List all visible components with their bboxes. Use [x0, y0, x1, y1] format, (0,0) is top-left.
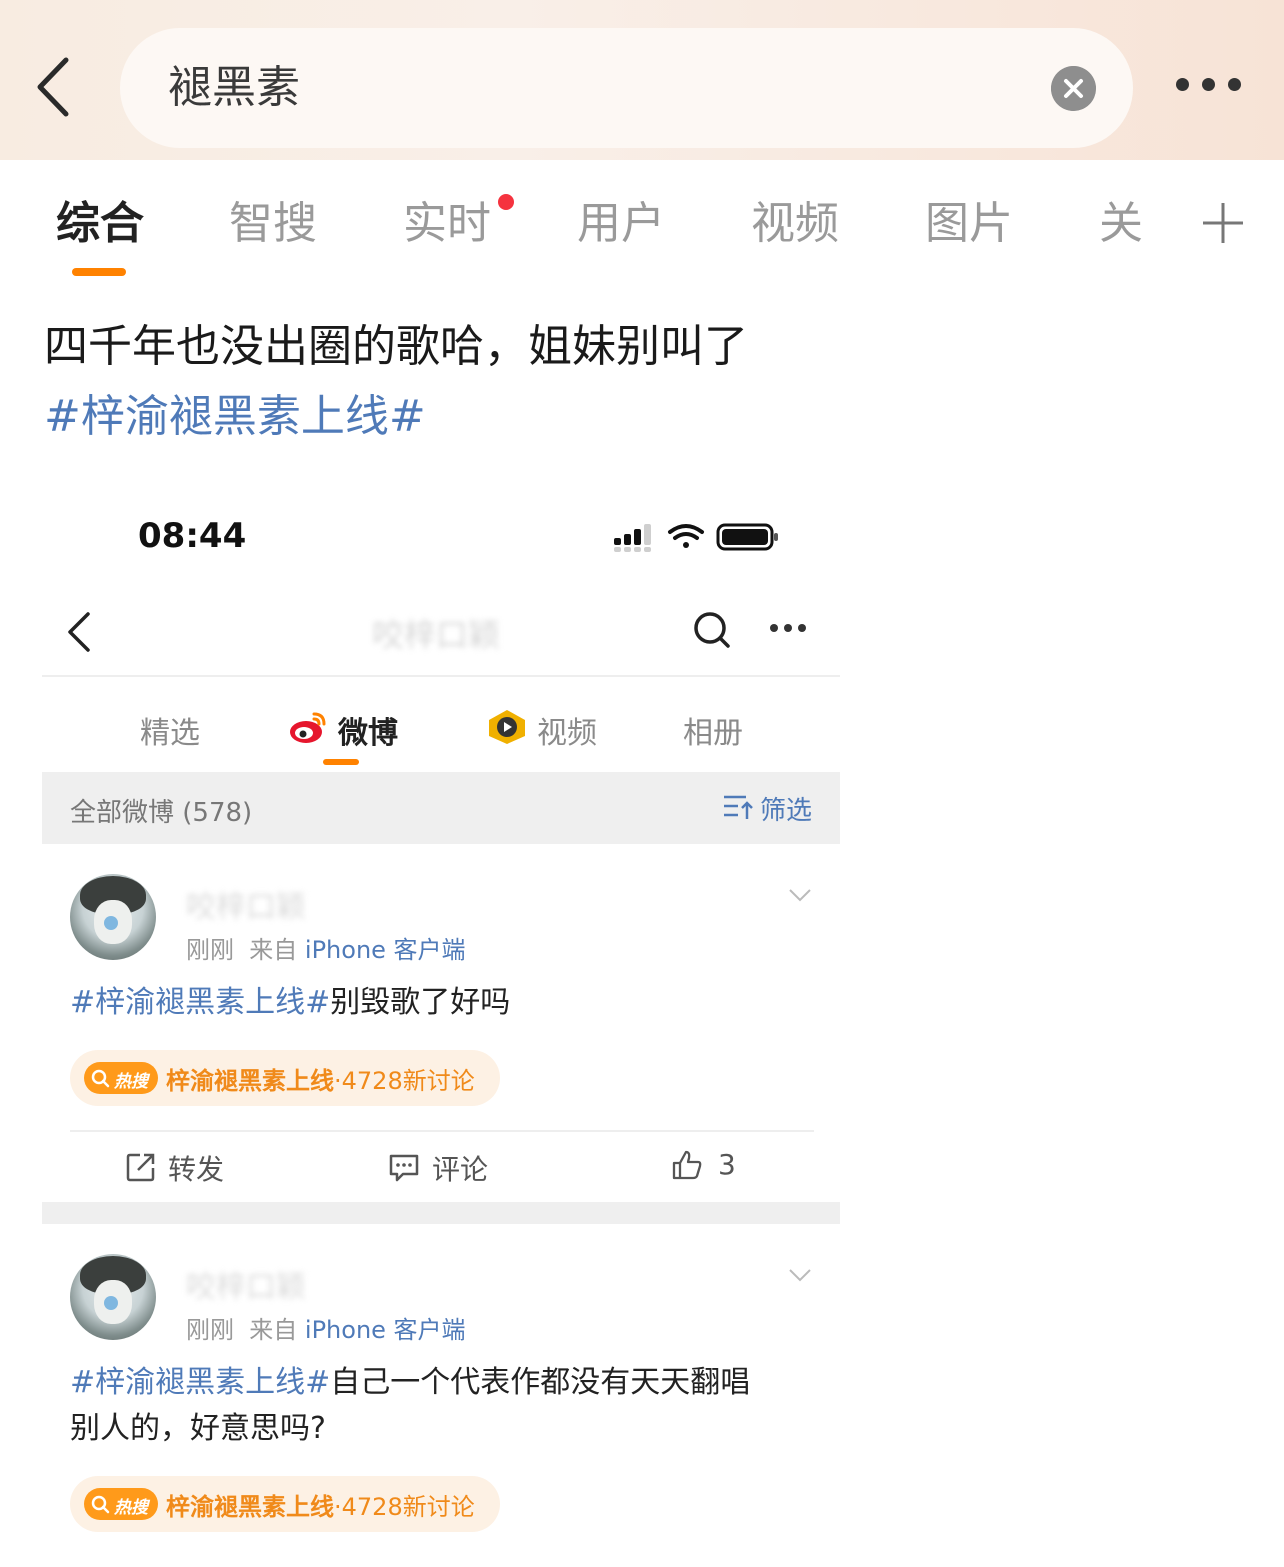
weibo-post-card: 咬梓口颖 刚刚 来自 iPhone 客户端 #梓渝褪黑素上线#自己一个代表作都没… [42, 1224, 840, 1567]
embedded-screenshot[interactable]: 08:44 咬梓口颖 精选 微博 视频 相册 全部微博 (578) 筛选 咬梓口… [42, 482, 840, 1567]
post-hashtag-link[interactable]: #梓渝褪黑素上线# [70, 985, 330, 1020]
tab-smart-search[interactable]: 智搜 [229, 196, 317, 252]
filter-button[interactable]: 筛选 [760, 790, 812, 827]
status-time: 08:44 [138, 516, 247, 556]
like-icon[interactable] [672, 1150, 702, 1180]
hot-search-badge: 热搜 [84, 1488, 158, 1520]
tab-featured[interactable]: 精选 [140, 708, 200, 752]
username[interactable]: 咬梓口颖 [186, 1262, 306, 1306]
search-icon[interactable] [692, 610, 732, 650]
post-from: 来自 [249, 936, 298, 964]
battery-icon [716, 523, 778, 551]
filter-bar: 全部微博 (578) 筛选 [42, 772, 840, 844]
post-meta: 刚刚 来自 iPhone 客户端 [186, 930, 466, 965]
hot-badge-label: 热搜 [114, 1498, 148, 1518]
plus-icon[interactable] [1203, 203, 1243, 243]
tab-weibo[interactable]: 微博 [338, 708, 398, 752]
chevron-down-icon[interactable] [788, 888, 812, 902]
hot-badge-label: 热搜 [114, 1072, 148, 1092]
avatar[interactable] [70, 874, 156, 960]
clear-icon[interactable] [1051, 66, 1096, 111]
hot-topic-count: ·4728新讨论 [334, 1067, 475, 1095]
embedded-more-icon[interactable] [770, 624, 810, 636]
tab-video[interactable]: 视频 [751, 196, 839, 252]
back-icon[interactable] [30, 52, 80, 122]
repost-icon[interactable] [126, 1152, 156, 1182]
comment-button[interactable]: 评论 [432, 1148, 488, 1188]
search-input[interactable]: 褪黑素 [120, 28, 1133, 148]
search-header: 褪黑素 [0, 0, 1284, 160]
hot-topic-count: ·4728新讨论 [334, 1493, 475, 1521]
wifi-icon [668, 524, 704, 548]
profile-title: 咬梓口颖 [372, 616, 501, 654]
post-time: 刚刚 [186, 1316, 234, 1344]
tab-fade [1140, 185, 1200, 265]
active-tab-indicator [72, 268, 126, 276]
all-posts-count: 全部微博 (578) [70, 798, 253, 828]
status-icons [614, 523, 778, 552]
hot-topic: 梓渝褪黑素上线·4728新讨论 [166, 1487, 475, 1522]
post-hashtag[interactable]: #梓渝褪黑素上线# [44, 388, 426, 446]
filter-icon[interactable] [724, 794, 754, 820]
tab-album[interactable]: 相册 [683, 708, 743, 752]
hot-topic-name: 梓渝褪黑素上线 [166, 1067, 334, 1095]
hot-topic: 梓渝褪黑素上线·4728新讨论 [166, 1061, 475, 1096]
hot-search-pill[interactable]: 热搜 梓渝褪黑素上线·4728新讨论 [70, 1050, 500, 1106]
more-icon[interactable] [1174, 78, 1244, 98]
post-meta: 刚刚 来自 iPhone 客户端 [186, 1310, 466, 1345]
post-hashtag-link[interactable]: #梓渝褪黑素上线# [70, 1365, 330, 1400]
post-body-line2: 别人的，好意思吗? [70, 1411, 326, 1446]
post-separator [42, 1202, 840, 1224]
search-icon [91, 1495, 110, 1514]
signal-icon [614, 524, 651, 552]
hot-search-badge: 热搜 [84, 1062, 158, 1094]
tab-realtime[interactable]: 实时 [403, 196, 491, 252]
post-content: #梓渝褪黑素上线#别毁歌了好吗 [70, 980, 810, 1026]
post-from: 来自 [249, 1316, 298, 1344]
divider [70, 1130, 814, 1132]
post-content: #梓渝褪黑素上线#自己一个代表作都没有天天翻唱 别人的，好意思吗? [70, 1360, 810, 1452]
tab-images[interactable]: 图片 [925, 196, 1013, 252]
repost-button[interactable]: 转发 [168, 1148, 224, 1188]
video-icon [489, 710, 525, 744]
tab-users[interactable]: 用户 [577, 196, 665, 252]
search-query[interactable]: 褪黑素 [168, 58, 300, 118]
post-body: 自己一个代表作都没有天天翻唱 [330, 1365, 751, 1400]
divider [42, 675, 840, 677]
post-time: 刚刚 [186, 936, 234, 964]
weibo-post-card: 咬梓口颖 刚刚 来自 iPhone 客户端 #梓渝褪黑素上线#别毁歌了好吗 热搜… [42, 844, 840, 1224]
notification-dot [498, 194, 514, 210]
post-text: 四千年也没出圈的歌哈，姐妹别叫了 [44, 321, 748, 372]
post-source[interactable]: iPhone 客户端 [305, 936, 466, 964]
tab-embedded-video[interactable]: 视频 [537, 708, 597, 752]
chevron-down-icon[interactable] [788, 1268, 812, 1282]
search-icon [91, 1069, 110, 1088]
embedded-tab-indicator [323, 759, 359, 765]
tab-follow[interactable]: 关 [1099, 196, 1143, 252]
weibo-logo-icon [290, 712, 326, 743]
tab-comprehensive[interactable]: 综合 [56, 196, 144, 252]
like-count[interactable]: 3 [718, 1148, 736, 1181]
hot-topic-name: 梓渝褪黑素上线 [166, 1493, 334, 1521]
comment-icon[interactable] [389, 1152, 419, 1182]
username[interactable]: 咬梓口颖 [186, 882, 306, 926]
embedded-back-icon[interactable] [64, 610, 94, 654]
hot-search-pill[interactable]: 热搜 梓渝褪黑素上线·4728新讨论 [70, 1476, 500, 1532]
post-source[interactable]: iPhone 客户端 [305, 1316, 466, 1344]
post-body: 别毁歌了好吗 [330, 985, 511, 1020]
avatar[interactable] [70, 1254, 156, 1340]
